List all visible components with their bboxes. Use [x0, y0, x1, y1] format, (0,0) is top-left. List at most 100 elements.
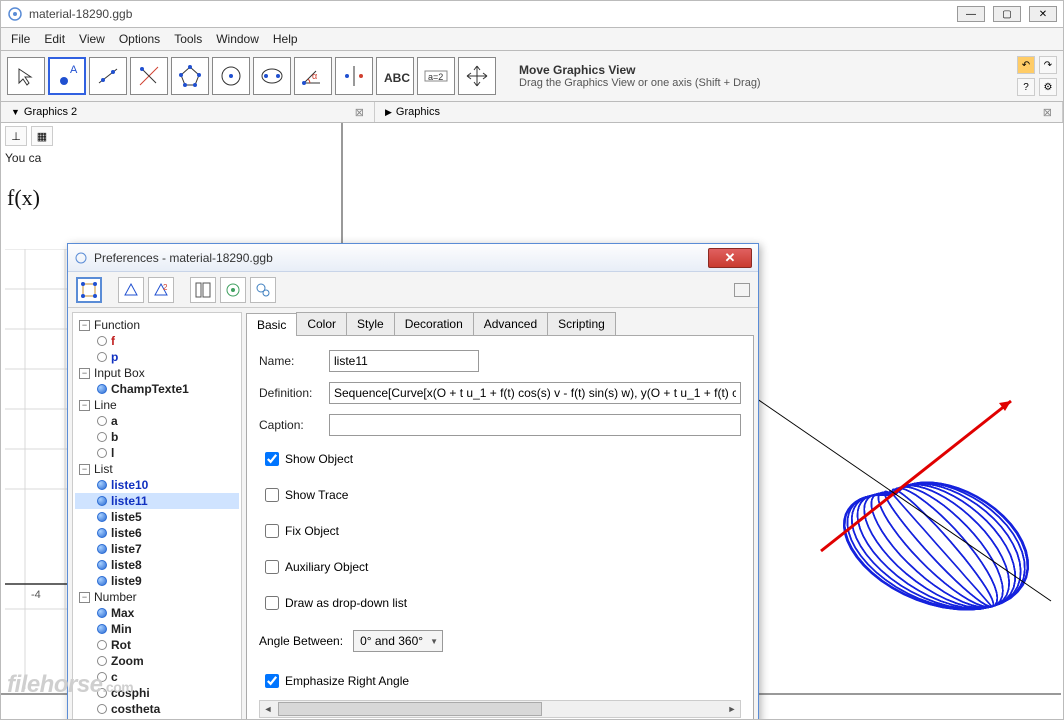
angle-between-select[interactable]: 0° and 360° — [353, 630, 443, 652]
tree-item[interactable]: liste7 — [75, 541, 239, 557]
tool-circle[interactable] — [212, 57, 250, 95]
caption-input[interactable] — [329, 414, 741, 436]
menu-help[interactable]: Help — [273, 32, 298, 46]
show-object-checkbox[interactable] — [265, 452, 279, 466]
visibility-dot-icon[interactable] — [97, 496, 107, 506]
expander-icon[interactable]: − — [79, 368, 90, 379]
tree-item[interactable]: Zoom — [75, 653, 239, 669]
grid-toggle[interactable]: ▦ — [31, 126, 53, 146]
visibility-dot-icon[interactable] — [97, 544, 107, 554]
tree-item[interactable]: liste8 — [75, 557, 239, 573]
tool-polygon[interactable] — [171, 57, 209, 95]
visibility-dot-icon[interactable] — [97, 432, 107, 442]
tool-point[interactable]: A — [48, 57, 86, 95]
tree-item[interactable]: liste10 — [75, 477, 239, 493]
tab-advanced[interactable]: Advanced — [473, 312, 548, 335]
view-tab-graphics[interactable]: ▶Graphics⊠ — [375, 102, 1063, 122]
tree-category[interactable]: −Input Box — [75, 365, 239, 381]
axes-toggle[interactable]: ⊥ — [5, 126, 27, 146]
visibility-dot-icon[interactable] — [97, 656, 107, 666]
menu-edit[interactable]: Edit — [44, 32, 65, 46]
tree-item[interactable]: ChampTexte1 — [75, 381, 239, 397]
tree-item[interactable]: b — [75, 429, 239, 445]
menu-options[interactable]: Options — [119, 32, 160, 46]
maximize-button[interactable]: ▢ — [993, 6, 1021, 22]
visibility-dot-icon[interactable] — [97, 624, 107, 634]
tab-color[interactable]: Color — [296, 312, 347, 335]
tree-item[interactable]: Max — [75, 605, 239, 621]
tool-move[interactable] — [7, 57, 45, 95]
tool-line[interactable] — [89, 57, 127, 95]
dialog-pin-button[interactable] — [734, 283, 750, 297]
tree-item[interactable]: a — [75, 413, 239, 429]
visibility-dot-icon[interactable] — [97, 448, 107, 458]
menu-tools[interactable]: Tools — [174, 32, 202, 46]
help-button[interactable]: ? — [1017, 78, 1035, 96]
menu-file[interactable]: File — [11, 32, 30, 46]
tab-basic[interactable]: Basic — [246, 313, 297, 336]
prefs-layout-button[interactable] — [190, 277, 216, 303]
tool-reflect[interactable] — [335, 57, 373, 95]
menu-view[interactable]: View — [79, 32, 105, 46]
visibility-dot-icon[interactable] — [97, 528, 107, 538]
tool-text[interactable]: ABC — [376, 57, 414, 95]
expander-icon[interactable]: − — [79, 320, 90, 331]
tree-item[interactable]: costheta — [75, 701, 239, 717]
tool-angle[interactable]: α — [294, 57, 332, 95]
fix-object-checkbox[interactable] — [265, 524, 279, 538]
expander-icon[interactable]: − — [79, 592, 90, 603]
tree-item[interactable]: Min — [75, 621, 239, 637]
visibility-dot-icon[interactable] — [97, 576, 107, 586]
tree-category[interactable]: −List — [75, 461, 239, 477]
expander-icon[interactable]: − — [79, 464, 90, 475]
expander-icon[interactable]: − — [79, 400, 90, 411]
object-tree[interactable]: −Functionfp−Input BoxChampTexte1−Lineabl… — [72, 312, 242, 720]
tree-item[interactable]: liste9 — [75, 573, 239, 589]
tab-decoration[interactable]: Decoration — [394, 312, 474, 335]
tab-scripting[interactable]: Scripting — [547, 312, 616, 335]
tree-category[interactable]: −Line — [75, 397, 239, 413]
tree-item[interactable]: liste5 — [75, 509, 239, 525]
visibility-dot-icon[interactable] — [97, 640, 107, 650]
dialog-titlebar[interactable]: Preferences - material-18290.ggb ✕ — [68, 244, 758, 272]
visibility-dot-icon[interactable] — [97, 480, 107, 490]
tree-category[interactable]: −Function — [75, 317, 239, 333]
prefs-graphics2-button[interactable]: 2 — [148, 277, 174, 303]
prefs-objects-button[interactable] — [76, 277, 102, 303]
tree-item[interactable]: liste11 — [75, 493, 239, 509]
visibility-dot-icon[interactable] — [97, 704, 107, 714]
redo-button[interactable]: ↷ — [1039, 56, 1057, 74]
emphasize-checkbox[interactable] — [265, 674, 279, 688]
visibility-dot-icon[interactable] — [97, 352, 107, 362]
undo-button[interactable]: ↶ — [1017, 56, 1035, 74]
auxiliary-checkbox[interactable] — [265, 560, 279, 574]
tree-item[interactable]: Rot — [75, 637, 239, 653]
tab-style[interactable]: Style — [346, 312, 395, 335]
show-trace-checkbox[interactable] — [265, 488, 279, 502]
dropdown-checkbox[interactable] — [265, 596, 279, 610]
tool-segment[interactable] — [130, 57, 168, 95]
minimize-button[interactable]: — — [957, 6, 985, 22]
settings-button[interactable]: ⚙ — [1039, 78, 1057, 96]
tool-ellipse[interactable] — [253, 57, 291, 95]
menu-window[interactable]: Window — [216, 32, 259, 46]
dialog-close-button[interactable]: ✕ — [708, 248, 752, 268]
tree-item[interactable]: f — [75, 333, 239, 349]
definition-input[interactable] — [329, 382, 741, 404]
tree-item[interactable]: liste6 — [75, 525, 239, 541]
prefs-defaults-button[interactable] — [220, 277, 246, 303]
horizontal-scrollbar[interactable]: ◄► — [259, 700, 741, 718]
prefs-graphics-button[interactable] — [118, 277, 144, 303]
prefs-advanced-button[interactable] — [250, 277, 276, 303]
close-button[interactable]: ✕ — [1029, 6, 1057, 22]
tool-slider[interactable]: a=2 — [417, 57, 455, 95]
visibility-dot-icon[interactable] — [97, 416, 107, 426]
name-input[interactable] — [329, 350, 479, 372]
tool-move-view[interactable] — [458, 57, 496, 95]
visibility-dot-icon[interactable] — [97, 560, 107, 570]
visibility-dot-icon[interactable] — [97, 384, 107, 394]
tree-item[interactable]: p — [75, 349, 239, 365]
tree-item[interactable]: l — [75, 445, 239, 461]
tree-category[interactable]: −Number — [75, 589, 239, 605]
visibility-dot-icon[interactable] — [97, 336, 107, 346]
